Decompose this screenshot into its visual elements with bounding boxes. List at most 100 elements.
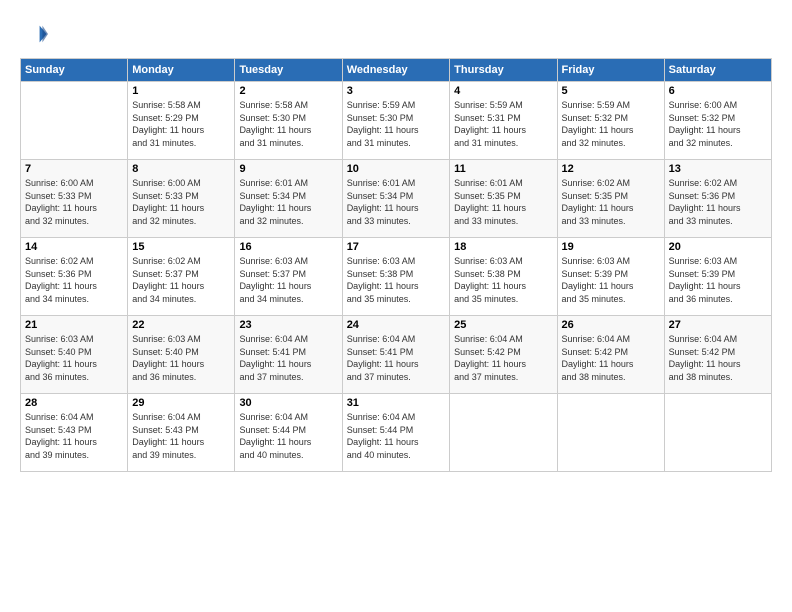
day-cell: 21 Sunrise: 6:03 AMSunset: 5:40 PMDayligh…	[21, 316, 128, 394]
day-detail: Sunrise: 6:04 AMSunset: 5:41 PMDaylight:…	[347, 333, 445, 383]
day-detail: Sunrise: 6:04 AMSunset: 5:42 PMDaylight:…	[454, 333, 552, 383]
day-number: 28	[25, 397, 123, 409]
day-detail: Sunrise: 5:59 AMSunset: 5:31 PMDaylight:…	[454, 99, 552, 149]
calendar-table: SundayMondayTuesdayWednesdayThursdayFrid…	[20, 58, 772, 472]
day-number: 13	[669, 163, 767, 175]
day-cell: 22 Sunrise: 6:03 AMSunset: 5:40 PMDayligh…	[128, 316, 235, 394]
day-detail: Sunrise: 6:01 AMSunset: 5:34 PMDaylight:…	[347, 177, 445, 227]
day-cell: 1Sunrise: 5:58 AMSunset: 5:29 PMDaylight…	[128, 82, 235, 160]
day-number: 20	[669, 241, 767, 253]
day-detail: Sunrise: 6:03 AMSunset: 5:38 PMDaylight:…	[347, 255, 445, 305]
day-cell: 14 Sunrise: 6:02 AMSunset: 5:36 PMDayligh…	[21, 238, 128, 316]
day-detail: Sunrise: 6:03 AMSunset: 5:39 PMDaylight:…	[562, 255, 660, 305]
day-detail: Sunrise: 6:04 AMSunset: 5:43 PMDaylight:…	[132, 411, 230, 461]
day-cell	[21, 82, 128, 160]
day-number: 11	[454, 163, 552, 175]
day-detail: Sunrise: 5:59 AMSunset: 5:30 PMDaylight:…	[347, 99, 445, 149]
day-cell: 7 Sunrise: 6:00 AMSunset: 5:33 PMDaylight…	[21, 160, 128, 238]
week-row-5: 28 Sunrise: 6:04 AMSunset: 5:43 PMDayligh…	[21, 394, 772, 472]
day-cell: 28 Sunrise: 6:04 AMSunset: 5:43 PMDayligh…	[21, 394, 128, 472]
day-detail: Sunrise: 6:04 AMSunset: 5:44 PMDaylight:…	[239, 411, 337, 461]
header-cell-wednesday: Wednesday	[342, 59, 449, 82]
day-number: 19	[562, 241, 660, 253]
day-cell: 3 Sunrise: 5:59 AMSunset: 5:30 PMDaylight…	[342, 82, 449, 160]
day-cell: 9 Sunrise: 6:01 AMSunset: 5:34 PMDaylight…	[235, 160, 342, 238]
day-cell: 27Sunrise: 6:04 AMSunset: 5:42 PMDayligh…	[664, 316, 771, 394]
day-cell	[664, 394, 771, 472]
day-detail: Sunrise: 6:00 AMSunset: 5:33 PMDaylight:…	[132, 177, 230, 227]
day-cell: 16 Sunrise: 6:03 AMSunset: 5:37 PMDayligh…	[235, 238, 342, 316]
day-cell: 23 Sunrise: 6:04 AMSunset: 5:41 PMDayligh…	[235, 316, 342, 394]
header-row: SundayMondayTuesdayWednesdayThursdayFrid…	[21, 59, 772, 82]
day-detail: Sunrise: 5:58 AMSunset: 5:30 PMDaylight:…	[239, 99, 337, 149]
day-detail: Sunrise: 6:00 AMSunset: 5:33 PMDaylight:…	[25, 177, 123, 227]
day-number: 29	[132, 397, 230, 409]
header	[20, 20, 772, 48]
day-detail: Sunrise: 6:00 AMSunset: 5:32 PMDaylight:…	[669, 99, 767, 149]
day-number: 8	[132, 163, 230, 175]
day-cell: 11 Sunrise: 6:01 AMSunset: 5:35 PMDayligh…	[450, 160, 557, 238]
day-cell: 2 Sunrise: 5:58 AMSunset: 5:30 PMDaylight…	[235, 82, 342, 160]
day-number: 26	[562, 319, 660, 331]
day-number: 3	[347, 85, 445, 97]
week-row-3: 14 Sunrise: 6:02 AMSunset: 5:36 PMDayligh…	[21, 238, 772, 316]
week-row-1: 1Sunrise: 5:58 AMSunset: 5:29 PMDaylight…	[21, 82, 772, 160]
day-detail: Sunrise: 6:03 AMSunset: 5:40 PMDaylight:…	[132, 333, 230, 383]
day-detail: Sunrise: 6:01 AMSunset: 5:35 PMDaylight:…	[454, 177, 552, 227]
week-row-2: 7 Sunrise: 6:00 AMSunset: 5:33 PMDaylight…	[21, 160, 772, 238]
day-cell: 5Sunrise: 5:59 AMSunset: 5:32 PMDaylight…	[557, 82, 664, 160]
day-number: 14	[25, 241, 123, 253]
day-cell: 15Sunrise: 6:02 AMSunset: 5:37 PMDayligh…	[128, 238, 235, 316]
day-detail: Sunrise: 6:04 AMSunset: 5:41 PMDaylight:…	[239, 333, 337, 383]
day-detail: Sunrise: 5:59 AMSunset: 5:32 PMDaylight:…	[562, 99, 660, 149]
day-detail: Sunrise: 6:02 AMSunset: 5:35 PMDaylight:…	[562, 177, 660, 227]
day-detail: Sunrise: 6:01 AMSunset: 5:34 PMDaylight:…	[239, 177, 337, 227]
day-detail: Sunrise: 6:03 AMSunset: 5:37 PMDaylight:…	[239, 255, 337, 305]
day-number: 27	[669, 319, 767, 331]
day-detail: Sunrise: 6:04 AMSunset: 5:44 PMDaylight:…	[347, 411, 445, 461]
day-number: 9	[239, 163, 337, 175]
day-number: 31	[347, 397, 445, 409]
day-cell: 4 Sunrise: 5:59 AMSunset: 5:31 PMDaylight…	[450, 82, 557, 160]
day-cell: 19 Sunrise: 6:03 AMSunset: 5:39 PMDayligh…	[557, 238, 664, 316]
day-number: 24	[347, 319, 445, 331]
day-number: 1	[132, 85, 230, 97]
day-number: 22	[132, 319, 230, 331]
calendar-body: 1Sunrise: 5:58 AMSunset: 5:29 PMDaylight…	[21, 82, 772, 472]
calendar-header: SundayMondayTuesdayWednesdayThursdayFrid…	[21, 59, 772, 82]
day-number: 2	[239, 85, 337, 97]
day-number: 23	[239, 319, 337, 331]
day-number: 6	[669, 85, 767, 97]
day-number: 7	[25, 163, 123, 175]
logo-icon	[20, 20, 48, 48]
day-cell	[450, 394, 557, 472]
day-detail: Sunrise: 6:04 AMSunset: 5:42 PMDaylight:…	[562, 333, 660, 383]
day-number: 16	[239, 241, 337, 253]
day-cell: 26 Sunrise: 6:04 AMSunset: 5:42 PMDayligh…	[557, 316, 664, 394]
day-cell: 18Sunrise: 6:03 AMSunset: 5:38 PMDayligh…	[450, 238, 557, 316]
day-number: 12	[562, 163, 660, 175]
day-cell: 31 Sunrise: 6:04 AMSunset: 5:44 PMDayligh…	[342, 394, 449, 472]
day-number: 10	[347, 163, 445, 175]
header-cell-monday: Monday	[128, 59, 235, 82]
logo	[20, 20, 52, 48]
header-cell-tuesday: Tuesday	[235, 59, 342, 82]
day-detail: Sunrise: 6:04 AMSunset: 5:43 PMDaylight:…	[25, 411, 123, 461]
day-cell: 25Sunrise: 6:04 AMSunset: 5:42 PMDayligh…	[450, 316, 557, 394]
day-cell	[557, 394, 664, 472]
day-detail: Sunrise: 6:03 AMSunset: 5:38 PMDaylight:…	[454, 255, 552, 305]
day-detail: Sunrise: 6:03 AMSunset: 5:39 PMDaylight:…	[669, 255, 767, 305]
day-number: 30	[239, 397, 337, 409]
day-detail: Sunrise: 6:02 AMSunset: 5:36 PMDaylight:…	[25, 255, 123, 305]
day-number: 15	[132, 241, 230, 253]
day-cell: 8 Sunrise: 6:00 AMSunset: 5:33 PMDaylight…	[128, 160, 235, 238]
day-number: 4	[454, 85, 552, 97]
header-cell-thursday: Thursday	[450, 59, 557, 82]
day-cell: 20 Sunrise: 6:03 AMSunset: 5:39 PMDayligh…	[664, 238, 771, 316]
day-cell: 17 Sunrise: 6:03 AMSunset: 5:38 PMDayligh…	[342, 238, 449, 316]
day-cell: 29 Sunrise: 6:04 AMSunset: 5:43 PMDayligh…	[128, 394, 235, 472]
day-detail: Sunrise: 6:03 AMSunset: 5:40 PMDaylight:…	[25, 333, 123, 383]
day-number: 21	[25, 319, 123, 331]
day-number: 17	[347, 241, 445, 253]
day-detail: Sunrise: 6:02 AMSunset: 5:36 PMDaylight:…	[669, 177, 767, 227]
